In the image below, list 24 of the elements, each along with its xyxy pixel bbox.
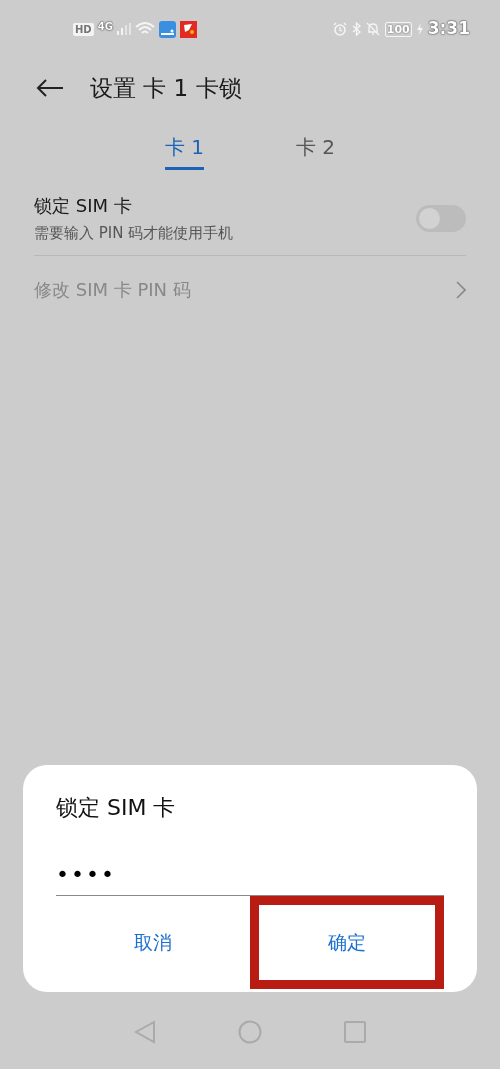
back-arrow-icon <box>36 78 64 98</box>
sim-tab[interactable]: 卡 2 <box>296 132 336 170</box>
setting-subtitle: 需要输入 PIN 码才能使用手机 <box>34 223 235 244</box>
network-label: 4G <box>97 19 113 34</box>
dialog-title: 锁定 SIM 卡 <box>56 794 176 822</box>
bluetooth-icon <box>351 22 361 36</box>
hd-badge: HD <box>73 22 94 36</box>
highlighted-dialog-button[interactable]: 确定 <box>250 896 444 989</box>
signal-icon <box>116 23 131 35</box>
sim-tab[interactable]: 卡 1 <box>164 132 204 170</box>
page-title: 设置 卡 1 卡锁 <box>90 73 242 103</box>
clock-time: 3:31 <box>427 17 470 41</box>
wifi-icon <box>134 22 155 36</box>
charging-icon <box>416 23 423 35</box>
app-icon <box>179 20 197 38</box>
back-nav-icon <box>134 1019 156 1044</box>
chevron-right-icon <box>456 280 466 299</box>
mute-bell-icon <box>365 22 380 36</box>
recents-nav-icon <box>344 1020 366 1043</box>
app-icon <box>158 20 176 38</box>
alarm-icon <box>332 22 347 36</box>
setting-title: 锁定 SIM 卡 <box>34 194 133 218</box>
home-nav-icon <box>238 1019 262 1044</box>
dialog-button[interactable]: 取消 <box>56 896 250 989</box>
